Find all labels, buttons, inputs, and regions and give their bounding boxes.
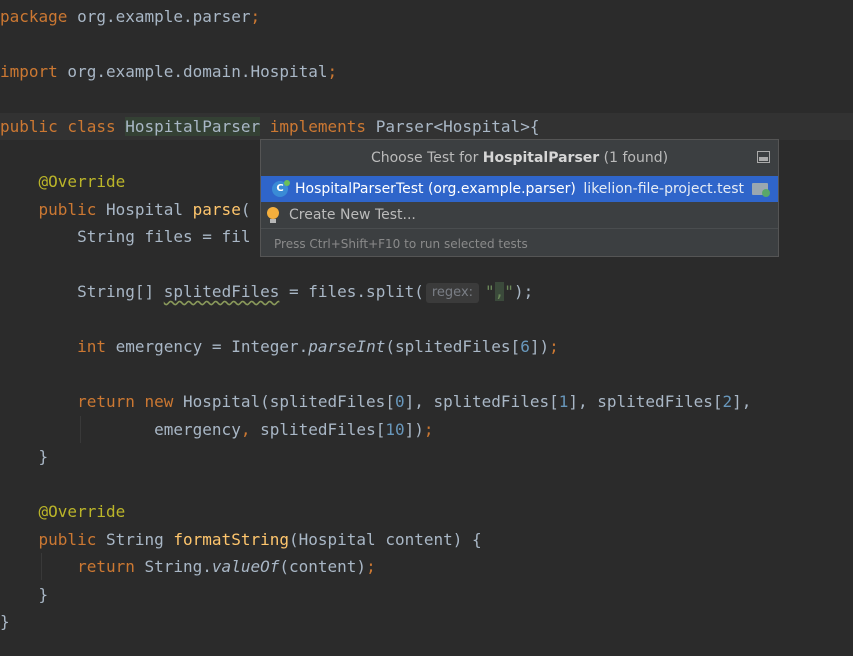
method-call: parseInt bbox=[308, 337, 386, 356]
keyword: public bbox=[38, 200, 97, 219]
keyword: public class bbox=[0, 117, 126, 136]
string-literal: , bbox=[494, 282, 505, 301]
annotation: @Override bbox=[38, 172, 126, 191]
code-text: org.example.domain.Hospital bbox=[57, 62, 328, 81]
code-text: String. bbox=[134, 557, 212, 576]
string-quote: " bbox=[504, 282, 514, 301]
create-new-test-option[interactable]: Create New Test... bbox=[261, 202, 778, 228]
code-text: = files.split( bbox=[279, 282, 424, 301]
popup-footer-hint: Press Ctrl+Shift+F10 to run selected tes… bbox=[261, 228, 778, 259]
semicolon: ; bbox=[366, 557, 376, 576]
keyword: package bbox=[0, 7, 68, 26]
number-literal: 0 bbox=[394, 392, 405, 411]
popup-title-class: HospitalParser bbox=[482, 150, 600, 166]
choose-test-popup: Choose Test for HospitalParser (1 found)… bbox=[260, 139, 779, 257]
test-option-hospitalparsertest[interactable]: C HospitalParserTest (org.example.parser… bbox=[261, 176, 778, 202]
method-name: parse bbox=[192, 200, 241, 219]
code-text: (content) bbox=[279, 557, 367, 576]
parameter-hint: regex: bbox=[425, 283, 480, 303]
code-text: ]) bbox=[404, 420, 424, 439]
method-call: valueOf bbox=[211, 557, 280, 576]
code-line-format-signature: public String formatString(Hospital cont… bbox=[0, 526, 853, 553]
code-line-close-brace: } bbox=[0, 443, 853, 470]
keyword: implements bbox=[260, 117, 367, 136]
code-text: emergency bbox=[154, 420, 241, 439]
number-literal: 10 bbox=[385, 420, 405, 439]
code-line-emergency: int emergency = Integer.parseInt(splited… bbox=[0, 333, 853, 360]
indent-guide bbox=[80, 416, 81, 443]
brace: } bbox=[38, 585, 49, 604]
keyword: public bbox=[38, 530, 97, 549]
code-text: Parser<Hospital>{ bbox=[366, 117, 540, 136]
code-text: org.example.parser bbox=[67, 7, 251, 26]
test-option-module: likelion-file-project.test bbox=[583, 181, 744, 197]
string-quote: " bbox=[485, 282, 495, 301]
keyword: import bbox=[0, 62, 58, 81]
popup-title: Choose Test for HospitalParser (1 found) bbox=[261, 140, 778, 176]
popup-title-suffix: (1 found) bbox=[599, 150, 669, 166]
code-line-close-class: } bbox=[0, 608, 853, 635]
code-text: ], bbox=[732, 392, 752, 411]
semicolon: ; bbox=[327, 62, 338, 81]
semicolon: ; bbox=[549, 337, 559, 356]
method-name: formatString bbox=[173, 530, 289, 549]
code-line-import: import org.example.domain.Hospital; bbox=[0, 58, 853, 85]
code-line-class-declaration: public class HospitalParser implements P… bbox=[0, 113, 853, 140]
code-text: String files = fil bbox=[77, 227, 251, 246]
code-line-close-brace-2: } bbox=[0, 581, 853, 608]
code-line-return-args: emergency, splitedFiles[10]); bbox=[0, 416, 853, 443]
brace: } bbox=[38, 447, 49, 466]
code-editor[interactable]: package org.example.parser; import org.e… bbox=[0, 0, 853, 656]
code-line-override-2: @Override bbox=[0, 498, 853, 525]
pin-icon[interactable] bbox=[757, 151, 770, 163]
annotation: @Override bbox=[38, 502, 126, 521]
keyword: return bbox=[77, 392, 135, 411]
code-text: emergency = Integer. bbox=[105, 337, 309, 356]
code-text: ]) bbox=[529, 337, 550, 356]
keyword: new bbox=[134, 392, 174, 411]
lightbulb-icon bbox=[267, 207, 279, 223]
popup-title-prefix: Choose Test for bbox=[370, 150, 483, 166]
code-text: (splitedFiles[ bbox=[385, 337, 521, 356]
code-text: ], splitedFiles[ bbox=[404, 392, 559, 411]
code-text: ); bbox=[513, 282, 534, 301]
keyword: return bbox=[77, 557, 135, 576]
keyword: int bbox=[77, 337, 106, 356]
code-text: splitedFiles[ bbox=[250, 420, 386, 439]
class-name[interactable]: HospitalParser bbox=[125, 117, 261, 136]
code-line-split: String[] splitedFiles = files.split(rege… bbox=[0, 278, 853, 305]
semicolon: ; bbox=[250, 7, 261, 26]
code-text: ( bbox=[240, 200, 251, 219]
code-line-return-valueof: return String.valueOf(content); bbox=[0, 553, 853, 580]
code-line-return-new: return new Hospital(splitedFiles[0], spl… bbox=[0, 388, 853, 415]
code-line-package: package org.example.parser; bbox=[0, 3, 853, 30]
code-text: (Hospital content) { bbox=[288, 530, 482, 549]
test-folder-icon bbox=[752, 183, 770, 197]
code-text: Hospital bbox=[96, 200, 193, 219]
code-text: String bbox=[96, 530, 174, 549]
number-literal: 2 bbox=[722, 392, 733, 411]
number-literal: 6 bbox=[520, 337, 530, 356]
test-class-icon: C bbox=[272, 180, 290, 197]
number-literal: 1 bbox=[558, 392, 569, 411]
test-option-label: HospitalParserTest (org.example.parser) bbox=[295, 181, 576, 197]
indent-guide bbox=[41, 553, 42, 580]
variable-warning: splitedFiles bbox=[163, 282, 280, 301]
brace: } bbox=[0, 612, 10, 631]
semicolon: ; bbox=[423, 420, 434, 439]
code-text: ], splitedFiles[ bbox=[568, 392, 723, 411]
code-text: String[] bbox=[77, 282, 164, 301]
create-new-test-label: Create New Test... bbox=[289, 207, 416, 223]
code-text: Hospital(splitedFiles[ bbox=[173, 392, 395, 411]
